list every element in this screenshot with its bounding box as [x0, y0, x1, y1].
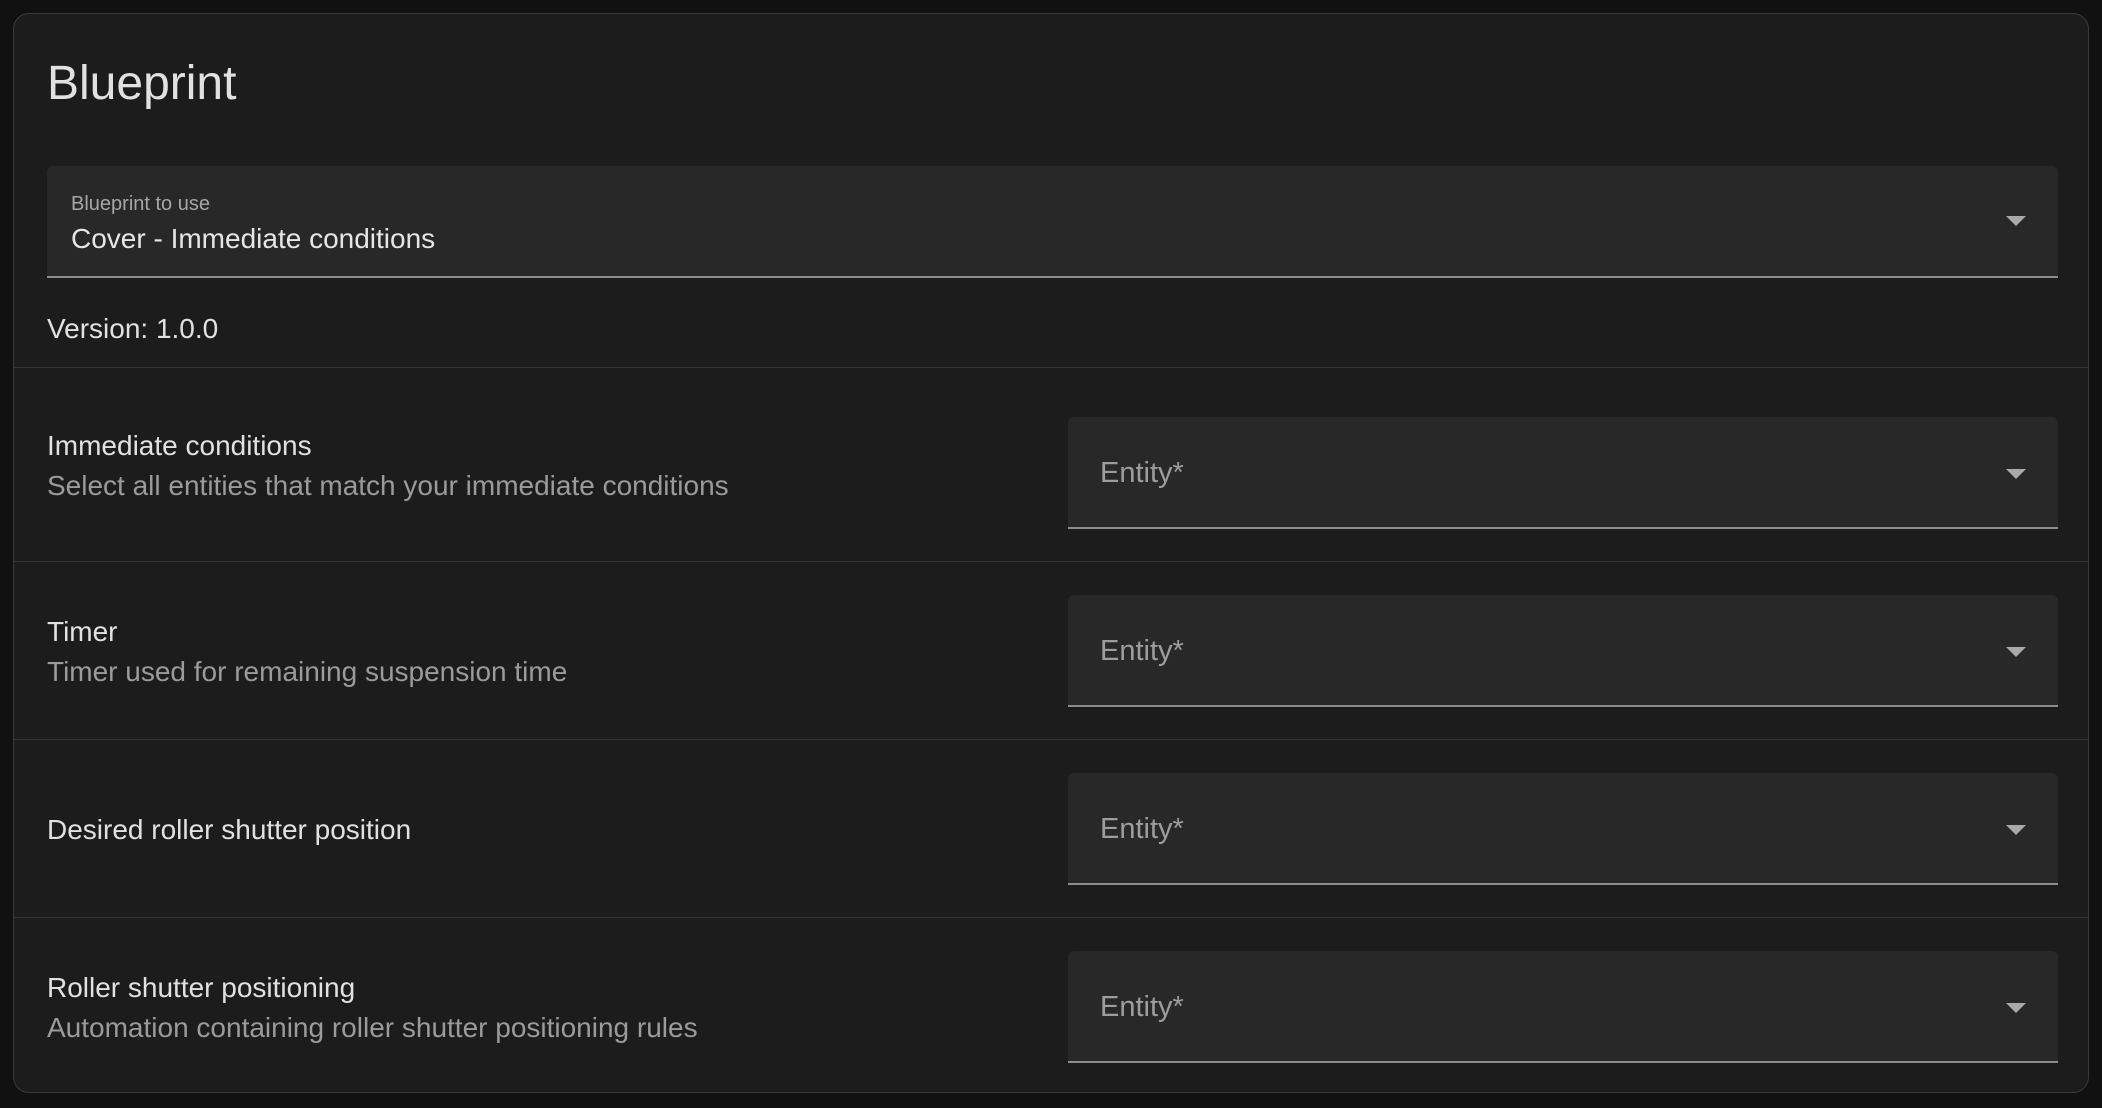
timer-title: Timer — [47, 616, 118, 647]
divider — [14, 561, 2088, 562]
blueprint-select-value: Cover - Immediate conditions — [71, 223, 436, 254]
positioning-entity-select[interactable]: Entity* — [1068, 951, 2058, 1063]
chevron-down-icon — [2006, 469, 2026, 479]
entity-placeholder: Entity* — [1100, 991, 1184, 1023]
immediate-conditions-entity-select[interactable]: Entity* — [1068, 417, 2058, 529]
divider — [14, 367, 2088, 368]
positioning-description: Automation containing roller shutter pos… — [47, 1012, 698, 1043]
immediate-conditions-description: Select all entities that match your imme… — [47, 470, 729, 501]
chevron-down-icon — [2006, 825, 2026, 835]
entity-placeholder: Entity* — [1100, 635, 1184, 667]
timer-entity-select[interactable]: Entity* — [1068, 595, 2058, 707]
blueprint-card: Blueprint Blueprint to use Cover - Immed… — [13, 13, 2089, 1093]
chevron-down-icon — [2006, 1003, 2026, 1013]
timer-description: Timer used for remaining suspension time — [47, 656, 568, 687]
chevron-down-icon — [2006, 216, 2026, 226]
positioning-title: Roller shutter positioning — [47, 972, 356, 1003]
desired-position-entity-select[interactable]: Entity* — [1068, 773, 2058, 885]
divider — [14, 917, 2088, 918]
blueprint-select-label: Blueprint to use — [71, 193, 210, 215]
entity-placeholder: Entity* — [1100, 457, 1184, 489]
chevron-down-icon — [2006, 647, 2026, 657]
divider — [14, 739, 2088, 740]
immediate-conditions-title: Immediate conditions — [47, 430, 312, 461]
desired-position-title: Desired roller shutter position — [47, 814, 412, 845]
version-text: Version: 1.0.0 — [47, 313, 219, 344]
blueprint-select[interactable]: Blueprint to use Cover - Immediate condi… — [47, 166, 2058, 278]
card-title: Blueprint — [47, 57, 237, 110]
entity-placeholder: Entity* — [1100, 813, 1184, 845]
